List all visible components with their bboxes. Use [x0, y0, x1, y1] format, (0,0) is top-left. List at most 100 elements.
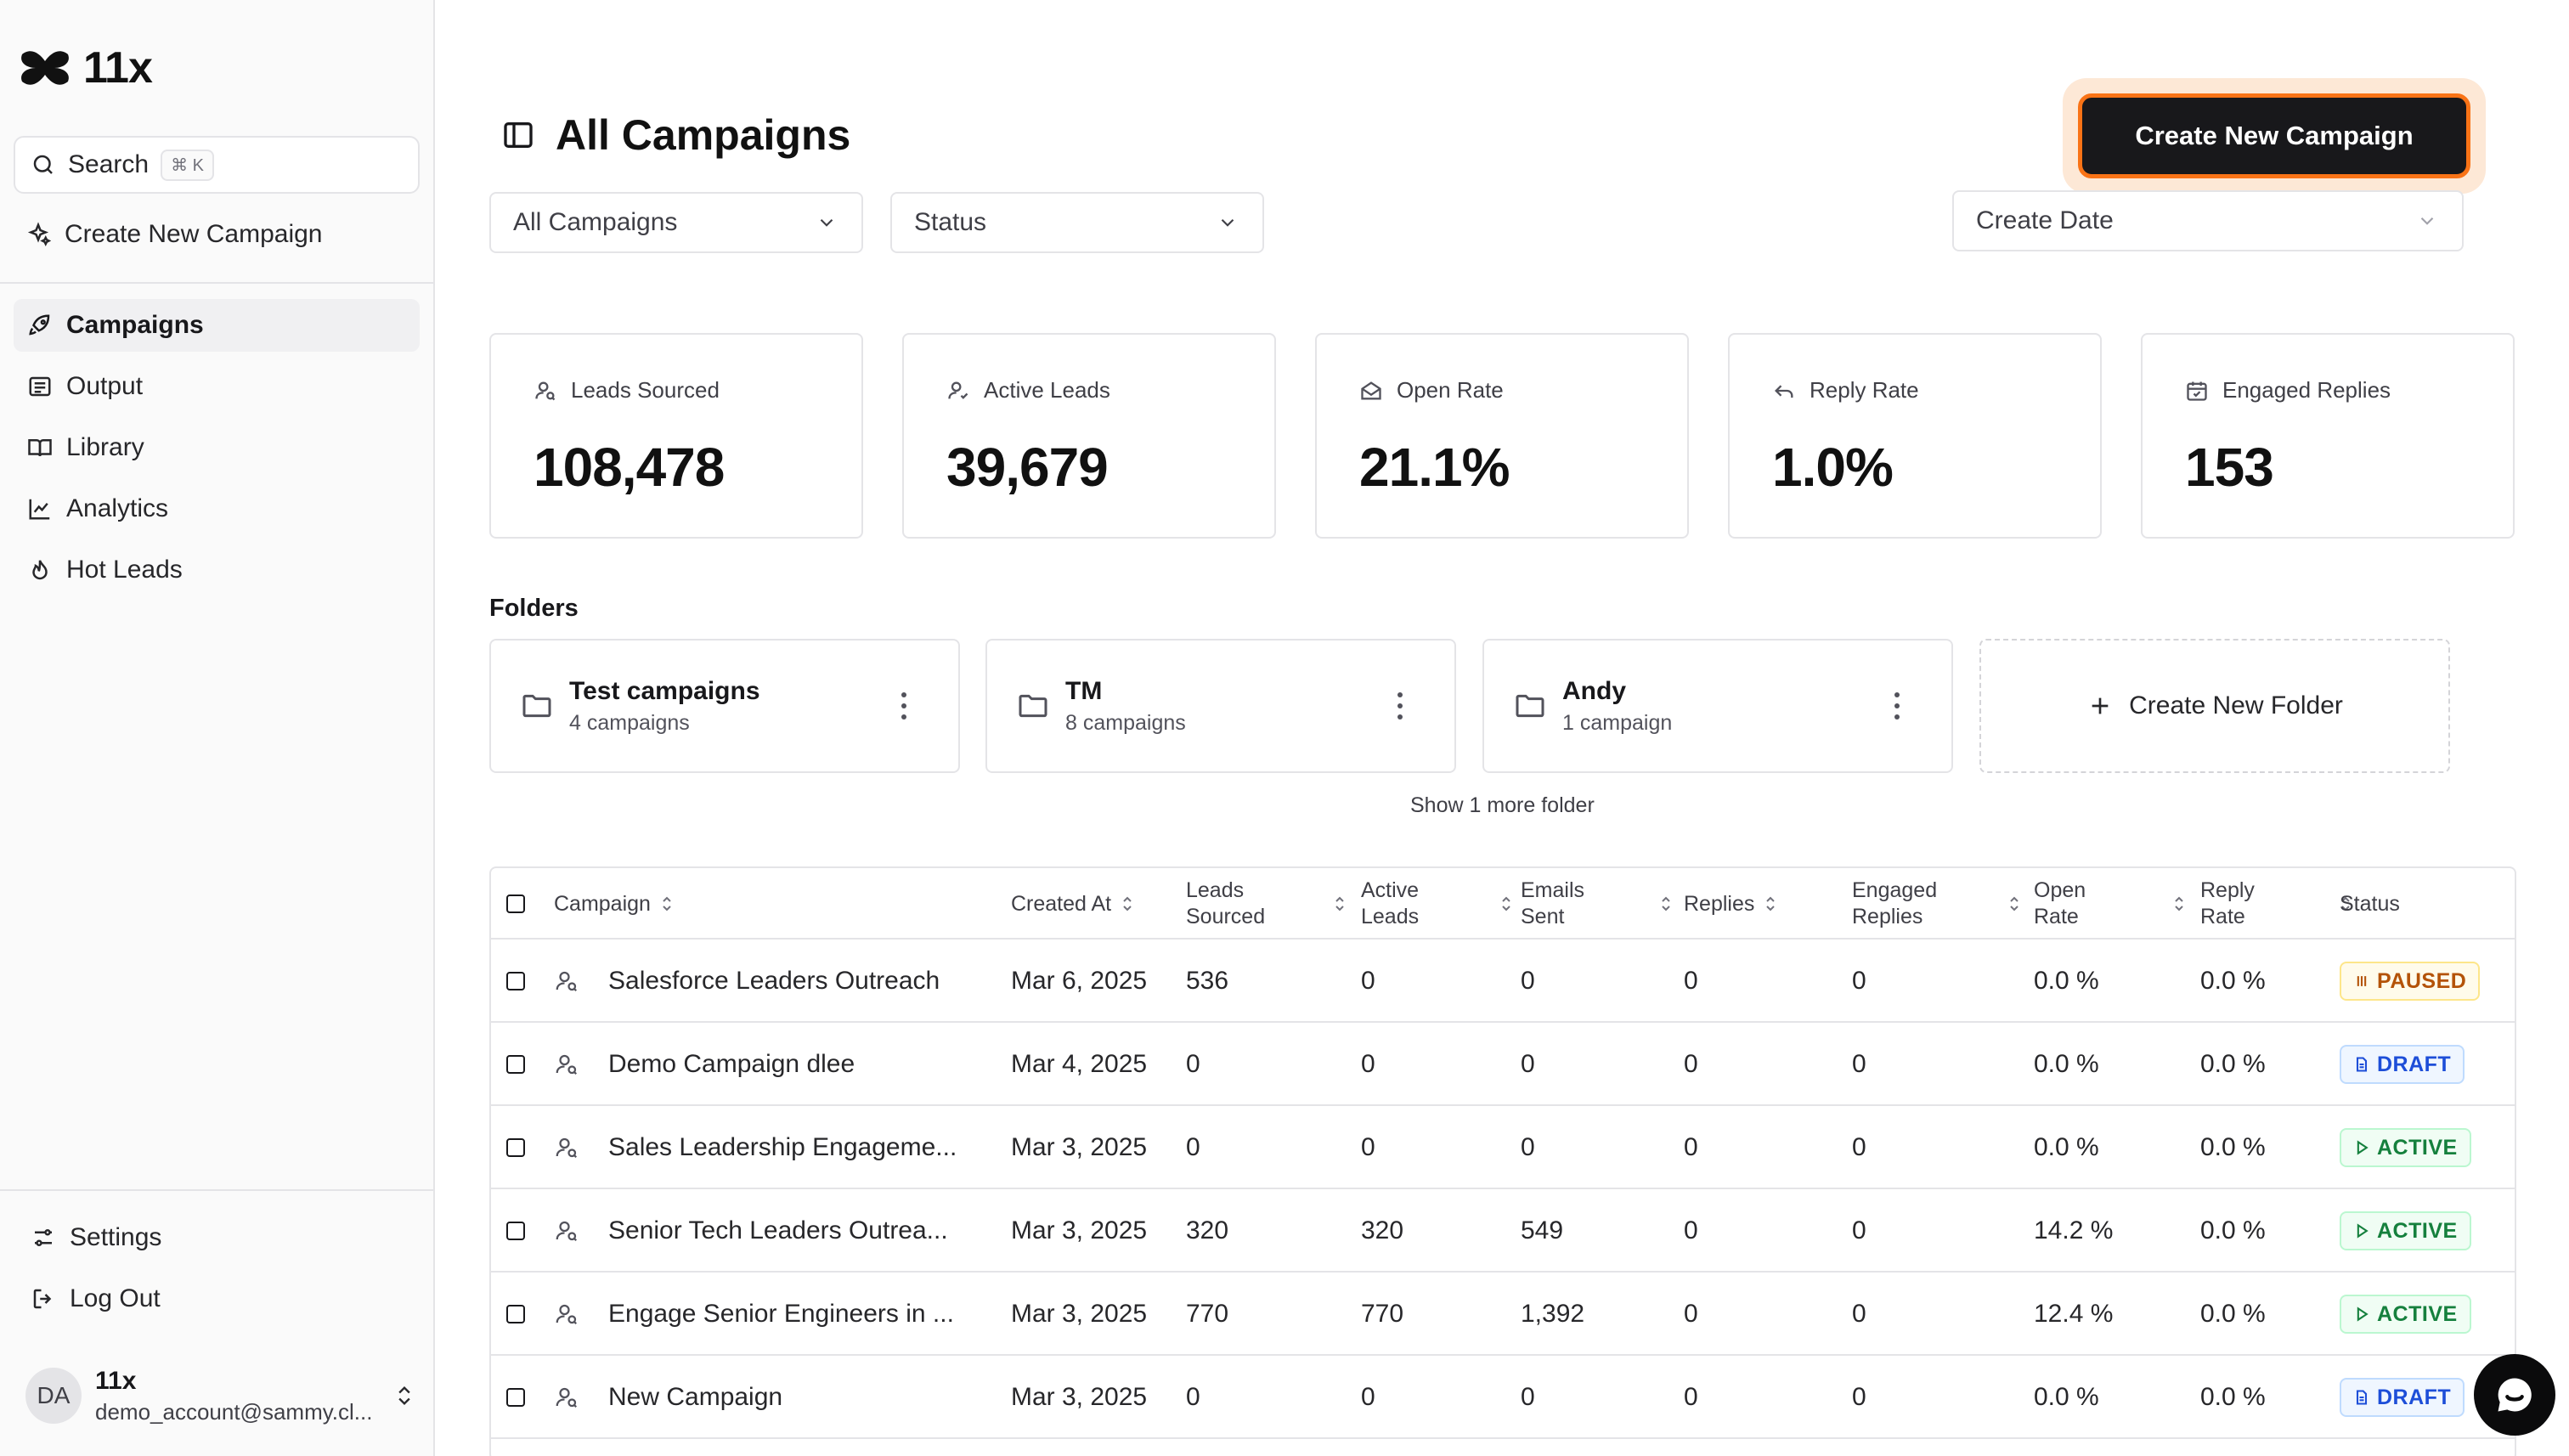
sidebar-item-logout[interactable]: Log Out [17, 1273, 416, 1325]
sidebar-item-hot-leads[interactable]: Hot Leads [14, 544, 420, 596]
user-email: demo_account@sammy.cl... [95, 1398, 373, 1425]
campaigns-filter-select[interactable]: All Campaigns [489, 192, 863, 253]
campaign-type-icon [554, 1273, 579, 1356]
table-row[interactable]: Engage Senior Engineers in ... Mar 3, 202… [491, 1273, 2515, 1356]
chat-icon [2493, 1373, 2537, 1417]
cell-created-at: Mar 3, 2025 [1011, 1383, 1148, 1411]
col-open-rate[interactable]: Open Rate [2034, 868, 2187, 940]
sidebar-bottom-divider [0, 1189, 435, 1191]
row-checkbox[interactable] [506, 1106, 525, 1189]
cell-campaign-name[interactable]: Demo Campaign dlee [608, 1023, 855, 1106]
sidebar: 11x Search ⌘ K Create New Campaign Campa… [0, 0, 435, 1456]
folder-count: 4 campaigns [569, 710, 690, 735]
chevrons-up-down-icon [392, 1381, 416, 1410]
search-shortcut: ⌘ K [161, 149, 214, 181]
sidebar-item-label: Hot Leads [66, 556, 183, 584]
show-more-folders-link[interactable]: Show 1 more folder [1410, 793, 1595, 818]
sidebar-item-output[interactable]: Output [14, 360, 420, 413]
col-replies[interactable]: Replies [1684, 868, 1778, 940]
col-label: Created At [1011, 891, 1112, 916]
user-search-icon [534, 379, 557, 403]
stat-card-leads-sourced: Leads Sourced 108,478 [489, 333, 863, 539]
table-row[interactable]: Senior Tech Leaders Outrea... Mar 3, 2025… [491, 1189, 2515, 1273]
app-logo[interactable]: 11x [19, 42, 153, 93]
row-checkbox[interactable] [506, 1023, 525, 1106]
col-active-leads[interactable]: Active Leads [1361, 868, 1514, 940]
cell-replies: 0 [1684, 1050, 1698, 1078]
col-emails-sent[interactable]: Emails Sent [1521, 868, 1674, 940]
status-badge: DRAFT [2340, 1023, 2465, 1106]
book-icon [27, 435, 53, 460]
row-checkbox[interactable] [506, 940, 525, 1023]
status-filter-select[interactable]: Status [890, 192, 1264, 253]
status-badge: ACTIVE [2340, 1273, 2471, 1356]
stat-value: 21.1% [1359, 437, 1510, 498]
cell-leads-sourced: 0 [1186, 1383, 1200, 1411]
chart-line-icon [27, 496, 53, 522]
create-campaign-button[interactable]: Create New Campaign [2078, 93, 2470, 178]
status-label: ACTIVE [2377, 1218, 2458, 1243]
chat-support-button[interactable] [2474, 1354, 2555, 1436]
row-checkbox[interactable] [506, 1189, 525, 1273]
row-checkbox[interactable] [506, 1356, 525, 1439]
folder-card[interactable]: TM 8 campaigns [985, 639, 1456, 773]
cell-emails-sent: 0 [1521, 1133, 1535, 1161]
sidebar-item-analytics[interactable]: Analytics [14, 483, 420, 535]
more-vertical-icon[interactable] [1375, 691, 1426, 720]
table-row[interactable]: New Campaign Mar 3, 2025 0 0 0 0 0 0.0 % 0.0 % DR… [491, 1356, 2515, 1439]
campaigns-filter-value: All Campaigns [513, 208, 678, 236]
cell-emails-sent: 0 [1521, 967, 1535, 995]
page-title: All Campaigns [556, 111, 851, 159]
row-checkbox[interactable] [506, 1273, 525, 1356]
folder-card[interactable]: Andy 1 campaign [1482, 639, 1953, 773]
cell-open-rate: 14.2 % [2034, 1216, 2114, 1244]
sidebar-item-library[interactable]: Library [14, 421, 420, 474]
cell-active-leads: 770 [1361, 1300, 1404, 1328]
sparkle-icon [25, 222, 51, 247]
stat-label: Reply Rate [1810, 377, 1919, 403]
more-vertical-icon[interactable] [878, 691, 929, 720]
user-name: 11x [95, 1366, 137, 1395]
col-created-at[interactable]: Created At [1011, 868, 1135, 940]
more-vertical-icon[interactable] [1872, 691, 1923, 720]
sidebar-toggle-icon[interactable] [501, 118, 535, 152]
folder-card[interactable]: Test campaigns 4 campaigns [489, 639, 960, 773]
col-label: Active Leads [1361, 878, 1420, 928]
sort-icon [1658, 894, 1674, 914]
col-campaign[interactable]: Campaign [554, 868, 675, 940]
flame-icon [27, 557, 53, 583]
cell-open-rate: 0.0 % [2034, 1383, 2099, 1411]
sidebar-item-settings[interactable]: Settings [17, 1211, 416, 1264]
user-menu[interactable]: DA 11x demo_account@sammy.cl... [25, 1361, 416, 1431]
table-row[interactable]: Sales Leadership Engageme... Mar 3, 2025 0… [491, 1106, 2515, 1189]
create-date-filter-select[interactable]: Create Date [1952, 190, 2464, 251]
table-row[interactable]: Salesforce Leaders Outreach Mar 6, 2025 53… [491, 940, 2515, 1023]
cell-campaign-name[interactable]: New Campaign [608, 1356, 782, 1439]
sort-icon [659, 894, 675, 914]
search-input[interactable]: Search ⌘ K [14, 136, 420, 194]
sort-icon [1120, 894, 1135, 914]
cell-campaign-name[interactable]: Engage Senior Engineers in ... [608, 1273, 954, 1356]
reply-icon [1772, 379, 1796, 403]
col-reply-rate[interactable]: Reply Rate [2200, 868, 2353, 940]
select-all-checkbox[interactable] [506, 868, 525, 940]
table-row[interactable]: Demo Campaign dlee Mar 4, 2025 0 0 0 0 0 0.0 % 0… [491, 1023, 2515, 1106]
create-folder-button[interactable]: Create New Folder [1979, 639, 2450, 773]
cell-created-at: Mar 4, 2025 [1011, 1050, 1148, 1078]
sidebar-create-campaign[interactable]: Create New Campaign [14, 211, 420, 258]
search-label: Search [68, 150, 150, 178]
cell-engaged-replies: 0 [1852, 1050, 1866, 1078]
cell-campaign-name[interactable]: Salesforce Leaders Outreach [608, 940, 940, 1023]
cell-emails-sent: 1,392 [1521, 1300, 1585, 1328]
col-engaged-replies[interactable]: Engaged Replies [1852, 868, 2022, 940]
sidebar-item-campaigns[interactable]: Campaigns [14, 299, 420, 352]
cell-campaign-name[interactable]: Senior Tech Leaders Outrea... [608, 1189, 948, 1273]
cell-campaign-name[interactable]: Sales Leadership Engageme... [608, 1106, 957, 1189]
cell-leads-sourced: 0 [1186, 1050, 1200, 1078]
status-active-icon [2353, 1306, 2370, 1323]
create-date-filter-value: Create Date [1976, 206, 2114, 234]
col-leads-sourced[interactable]: Leads Sourced [1186, 868, 1347, 940]
sort-icon [1332, 894, 1347, 914]
cell-active-leads: 0 [1361, 1133, 1375, 1161]
folder-count: 8 campaigns [1065, 710, 1186, 735]
